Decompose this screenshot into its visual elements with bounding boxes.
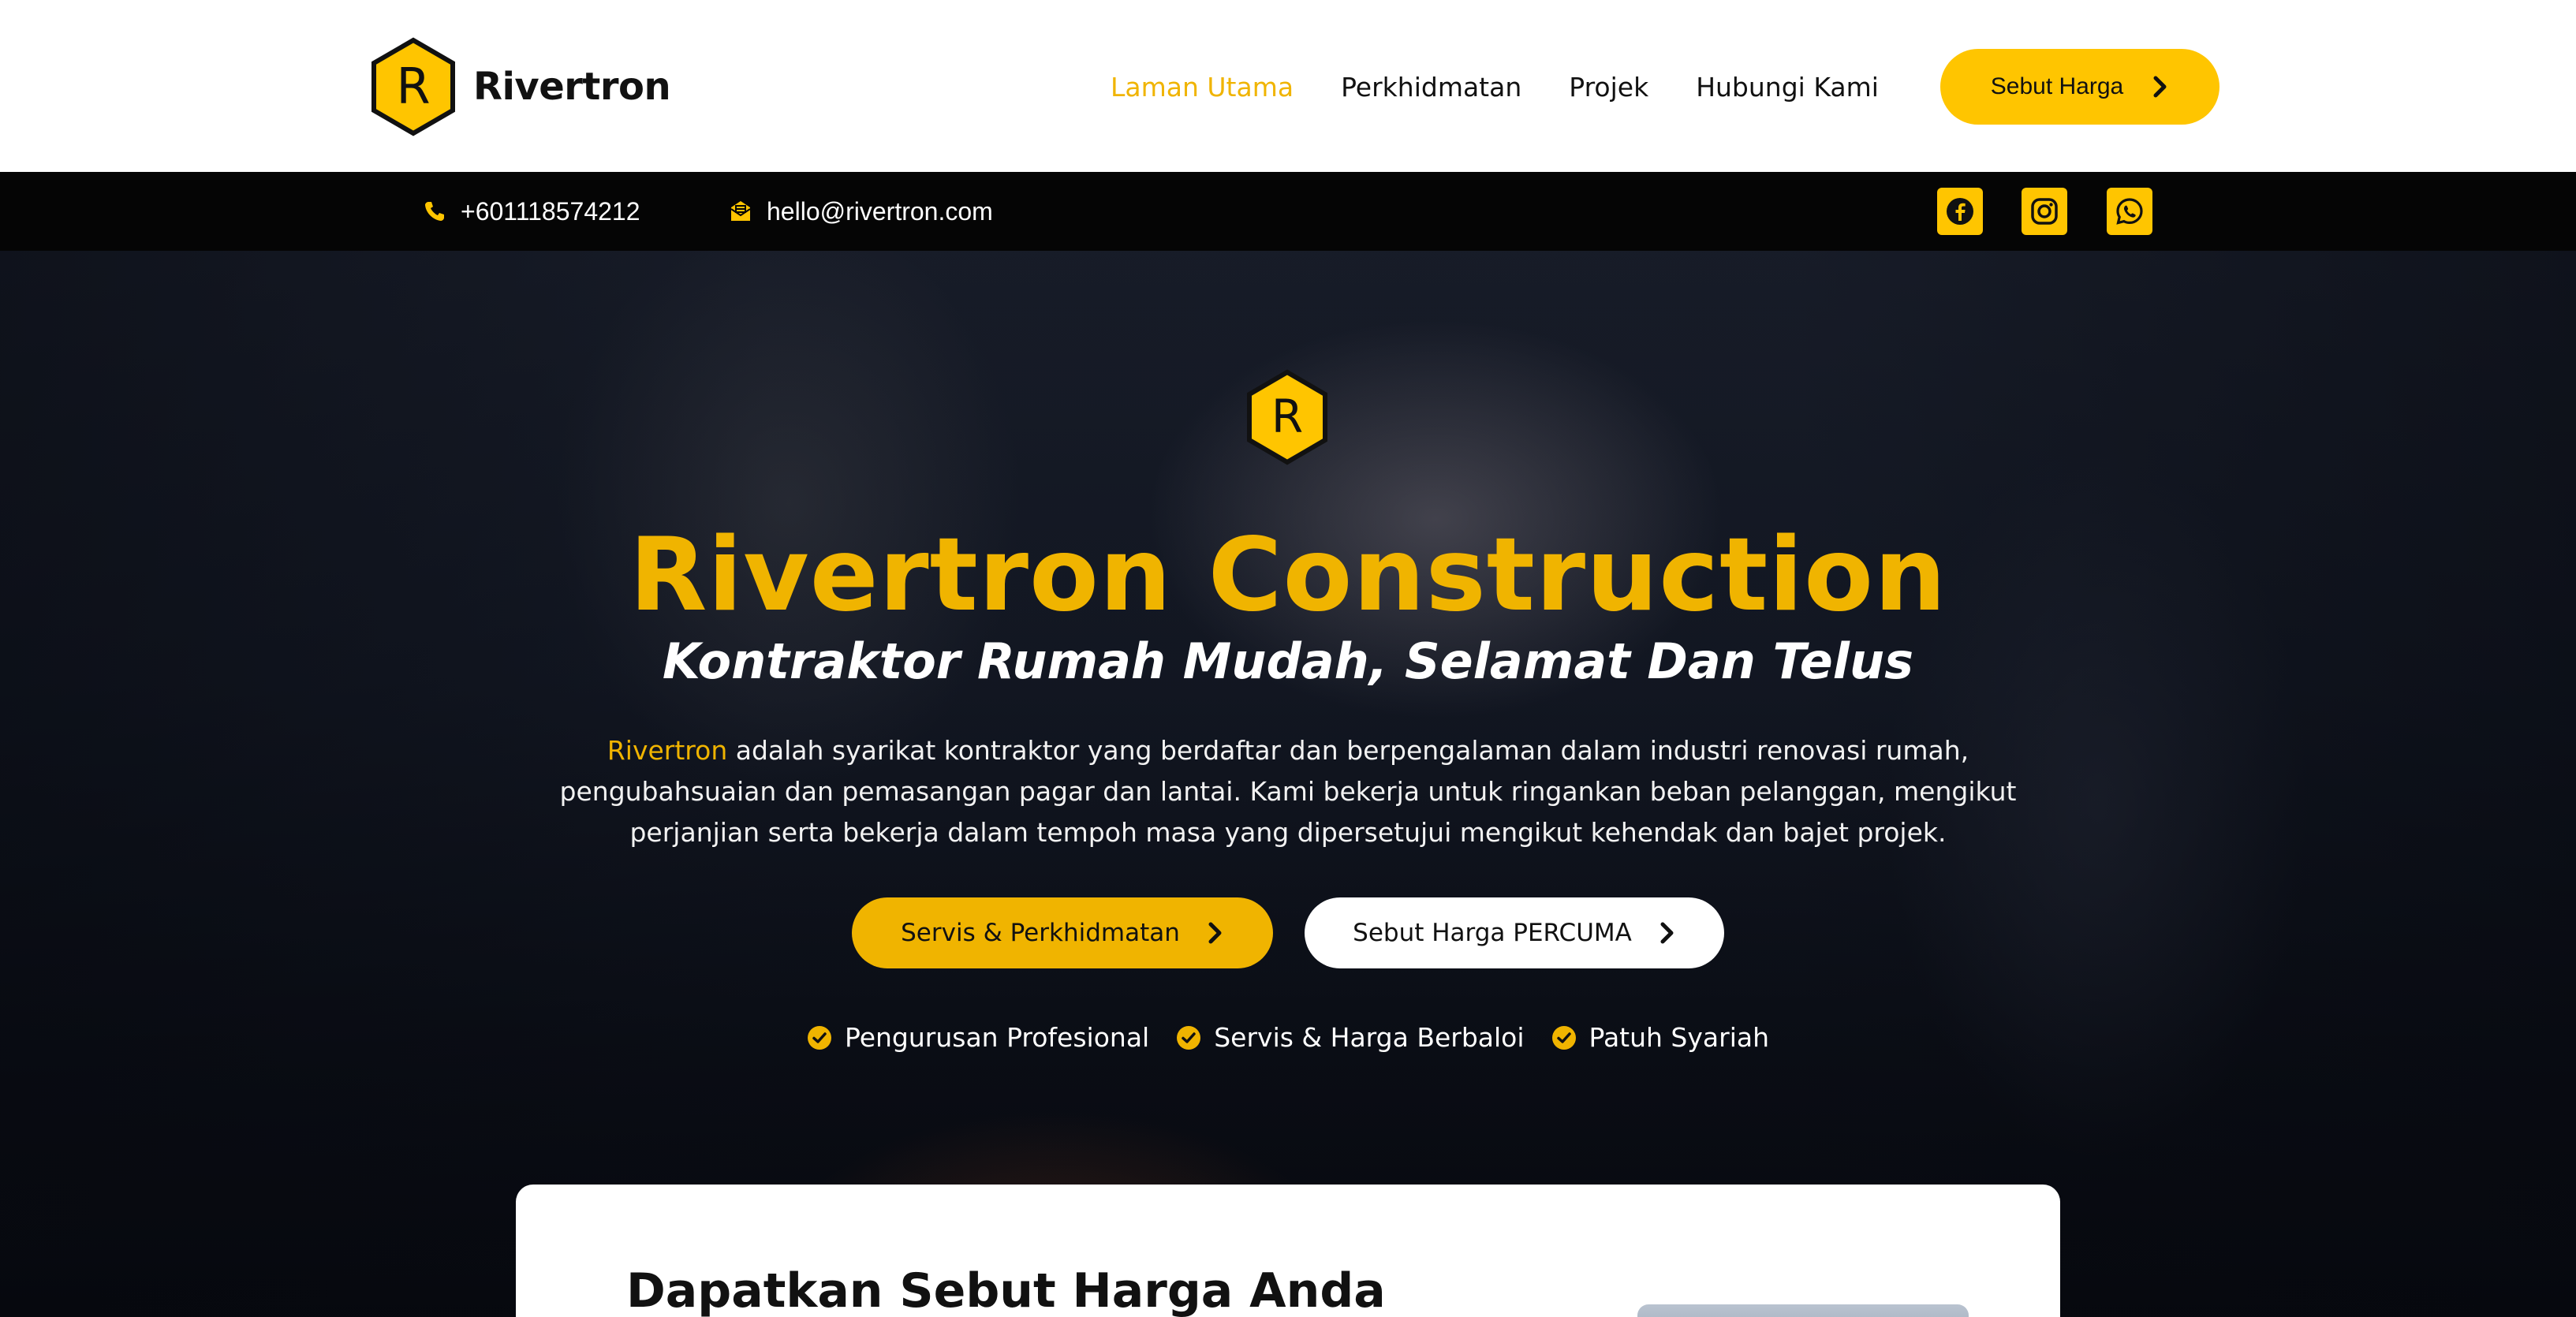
check-circle-icon [1551, 1025, 1576, 1050]
email-icon [730, 201, 751, 221]
services-button[interactable]: Servis & Perkhidmatan [852, 897, 1273, 968]
quote-card-image [1637, 1304, 1969, 1317]
quote-card-title: Dapatkan Sebut Harga Anda [626, 1263, 1386, 1317]
email-address: hello@rivertron.com [767, 196, 993, 226]
feature-item: Servis & Harga Berbaloi [1176, 1022, 1525, 1053]
hero-title: Rivertron Construction [629, 517, 1947, 634]
phone-icon [425, 202, 444, 221]
feature-item: Pengurusan Profesional [807, 1022, 1149, 1053]
feature-label: Patuh Syariah [1589, 1022, 1770, 1053]
whatsapp-link[interactable] [2107, 188, 2152, 235]
hero-description: Rivertron adalah syarikat kontraktor yan… [539, 730, 2037, 853]
hero-emblem-icon: R [1247, 369, 1327, 465]
brand-name: Rivertron [473, 65, 671, 109]
logo-hexagon-icon: R [371, 37, 455, 136]
header-quote-button[interactable]: Sebut Harga [1940, 49, 2219, 125]
description-line-2: pengubahsuaian dan pemasangan pagar dan … [559, 776, 2017, 807]
main-nav: Laman Utama Perkhidmatan Projek Hubungi … [1111, 62, 1879, 112]
instagram-icon [2031, 198, 2058, 225]
email-contact[interactable]: hello@rivertron.com [729, 194, 993, 229]
whatsapp-icon [2116, 198, 2143, 225]
chevron-right-icon [2153, 76, 2167, 98]
instagram-link[interactable] [2022, 188, 2067, 235]
chevron-right-icon [1208, 922, 1222, 944]
facebook-link[interactable] [1937, 188, 1983, 235]
phone-number: +601118574212 [461, 196, 640, 226]
nav-projects[interactable]: Projek [1569, 72, 1648, 103]
contact-bar: +601118574212 hello@rivertron.com [0, 172, 2576, 251]
check-circle-icon [1177, 1025, 1201, 1050]
check-circle-icon [807, 1025, 831, 1050]
hero-section: R Rivertron Construction Kontraktor Ruma… [0, 251, 2576, 1317]
hero-emblem-letter: R [1271, 390, 1303, 443]
nav-services[interactable]: Perkhidmatan [1341, 72, 1521, 103]
feature-label: Pengurusan Profesional [844, 1022, 1150, 1053]
site-header: R Rivertron Laman Utama Perkhidmatan Pro… [0, 0, 2576, 172]
facebook-icon [1947, 198, 1973, 225]
description-line-3: perjanjian serta bekerja dalam tempoh ma… [629, 817, 1947, 848]
description-line-1: adalah syarikat kontraktor yang berdafta… [727, 735, 1969, 766]
feature-item: Patuh Syariah [1551, 1022, 1769, 1053]
phone-contact[interactable]: +601118574212 [423, 194, 640, 229]
logo-letter: R [396, 58, 430, 115]
header-quote-label: Sebut Harga [1990, 73, 2124, 99]
chevron-right-icon [1660, 922, 1674, 944]
free-quote-button[interactable]: Sebut Harga PERCUMA [1305, 897, 1724, 968]
feature-list: Pengurusan Profesional Servis & Harga Be… [0, 1022, 2576, 1053]
site-logo[interactable]: R Rivertron [371, 36, 671, 137]
quote-form-card: Dapatkan Sebut Harga Anda [516, 1185, 2060, 1317]
nav-home[interactable]: Laman Utama [1111, 72, 1294, 103]
nav-contact[interactable]: Hubungi Kami [1696, 72, 1879, 103]
services-button-label: Servis & Perkhidmatan [901, 919, 1180, 947]
description-brand: Rivertron [607, 735, 728, 766]
feature-label: Servis & Harga Berbaloi [1214, 1022, 1525, 1053]
hero-subtitle: Kontraktor Rumah Mudah, Selamat Dan Telu… [662, 632, 1914, 690]
free-quote-button-label: Sebut Harga PERCUMA [1353, 919, 1632, 947]
